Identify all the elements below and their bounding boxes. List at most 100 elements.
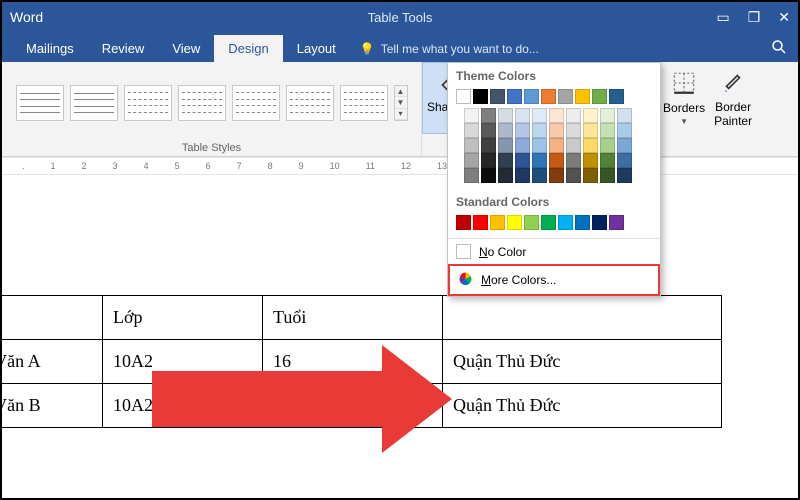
color-swatch[interactable] [481,108,496,123]
table-cell[interactable] [0,296,103,340]
table-style-option[interactable] [178,85,226,121]
color-swatch[interactable] [617,108,632,123]
table-cell[interactable]: Quận Thủ Đức [443,340,722,384]
color-swatch[interactable] [541,89,556,104]
color-swatch[interactable] [600,168,615,183]
table-cell[interactable]: Quận Thủ Đức [443,384,722,428]
color-swatch[interactable] [541,215,556,230]
horizontal-ruler[interactable]: .1234567891011121314151617 [2,157,798,175]
gallery-scroll[interactable]: ▲▼▾ [394,85,408,121]
color-swatch[interactable] [558,215,573,230]
color-swatch[interactable] [456,89,471,104]
color-swatch[interactable] [600,153,615,168]
color-swatch[interactable] [456,215,471,230]
table-style-option[interactable] [232,85,280,121]
color-swatch[interactable] [617,123,632,138]
color-swatch[interactable] [515,138,530,153]
no-color-item[interactable]: No Color [448,239,660,264]
color-swatch[interactable] [481,153,496,168]
color-swatch[interactable] [583,153,598,168]
color-swatch[interactable] [524,215,539,230]
color-swatch[interactable] [498,123,513,138]
window-restore-icon[interactable]: ❐ [748,9,761,26]
color-swatch[interactable] [549,153,564,168]
color-swatch[interactable] [473,89,488,104]
color-swatch[interactable] [532,168,547,183]
color-swatch[interactable] [464,138,479,153]
color-swatch[interactable] [515,108,530,123]
table-cell[interactable]: Lớp [103,296,263,340]
chevron-up-icon[interactable]: ▲ [395,86,407,97]
color-swatch[interactable] [592,215,607,230]
table-cell[interactable] [443,296,722,340]
color-swatch[interactable] [583,138,598,153]
search-button[interactable] [760,32,798,62]
color-swatch[interactable] [566,138,581,153]
color-swatch[interactable] [481,138,496,153]
color-swatch[interactable] [549,123,564,138]
color-swatch[interactable] [490,215,505,230]
color-swatch[interactable] [515,168,530,183]
table-style-option[interactable] [16,85,64,121]
color-swatch[interactable] [617,168,632,183]
color-swatch[interactable] [507,215,522,230]
color-swatch[interactable] [592,89,607,104]
color-swatch[interactable] [600,138,615,153]
color-swatch[interactable] [558,89,573,104]
color-swatch[interactable] [532,108,547,123]
color-swatch[interactable] [549,108,564,123]
color-swatch[interactable] [583,123,598,138]
color-swatch[interactable] [532,153,547,168]
window-minimize-icon[interactable]: ▭ [716,9,729,26]
color-swatch[interactable] [464,168,479,183]
color-swatch[interactable] [609,215,624,230]
color-swatch[interactable] [549,138,564,153]
color-swatch[interactable] [617,153,632,168]
color-swatch[interactable] [583,108,598,123]
color-swatch[interactable] [532,138,547,153]
chevron-down-icon[interactable]: ▼ [395,97,407,108]
table-style-option[interactable] [286,85,334,121]
table-style-option[interactable] [124,85,172,121]
color-swatch[interactable] [532,123,547,138]
color-swatch[interactable] [617,138,632,153]
color-swatch[interactable] [609,89,624,104]
color-swatch[interactable] [498,108,513,123]
color-swatch[interactable] [524,89,539,104]
color-swatch[interactable] [481,168,496,183]
color-swatch[interactable] [515,123,530,138]
border-painter-button[interactable]: Border Painter [709,62,757,134]
color-swatch[interactable] [507,89,522,104]
tab-view[interactable]: View [158,35,214,62]
color-swatch[interactable] [549,168,564,183]
color-swatch[interactable] [566,168,581,183]
tab-layout[interactable]: Layout [283,35,350,62]
color-swatch[interactable] [600,108,615,123]
more-colors-item[interactable]: More Colors... [448,264,660,296]
color-swatch[interactable] [481,123,496,138]
color-swatch[interactable] [464,123,479,138]
table-cell[interactable]: ễn Văn B [0,384,103,428]
tab-design[interactable]: Design [214,35,282,62]
color-swatch[interactable] [515,153,530,168]
color-swatch[interactable] [473,215,488,230]
color-swatch[interactable] [490,89,505,104]
color-swatch[interactable] [566,153,581,168]
table-cell[interactable]: Tuổi [263,296,443,340]
color-swatch[interactable] [566,108,581,123]
color-swatch[interactable] [498,168,513,183]
color-swatch[interactable] [498,153,513,168]
color-swatch[interactable] [600,123,615,138]
color-swatch[interactable] [583,168,598,183]
tell-me-search[interactable]: 💡 Tell me what you want to do... [350,36,549,62]
color-swatch[interactable] [575,89,590,104]
chevron-more-icon[interactable]: ▾ [395,109,407,120]
tab-mailings[interactable]: Mailings [12,35,88,62]
color-swatch[interactable] [575,215,590,230]
color-swatch[interactable] [498,138,513,153]
table-cell[interactable]: ễn Văn A [0,340,103,384]
table-style-option[interactable] [340,85,388,121]
tab-review[interactable]: Review [88,35,159,62]
borders-button[interactable]: Borders ▼ [659,62,709,134]
color-swatch[interactable] [566,123,581,138]
